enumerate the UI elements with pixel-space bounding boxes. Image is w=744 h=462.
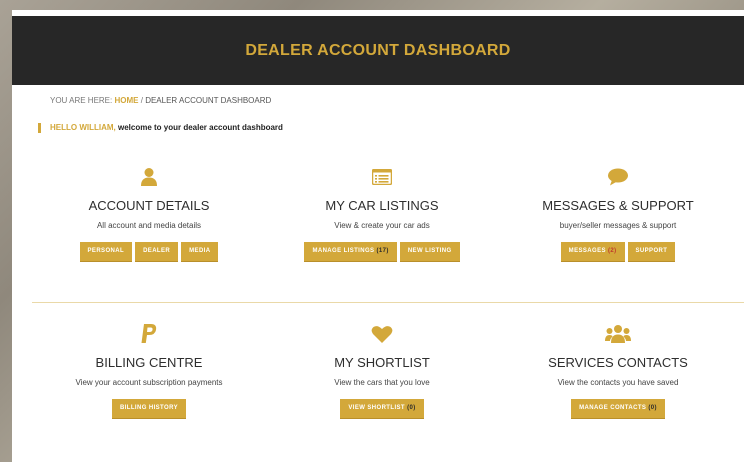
personal-button[interactable]: PERSONAL [79,242,133,261]
dealer-button[interactable]: DEALER [135,242,179,261]
dashboard-panel: DEALER ACCOUNT DASHBOARD YOU ARE HERE: H… [12,10,744,462]
support-button[interactable]: SUPPORT [627,242,676,261]
user-icon [29,166,269,188]
car-listings-desc: View & create your car ads [334,221,430,230]
billing-centre-card: BILLING CENTRE View your account subscri… [29,323,269,418]
welcome-message: HELLO WILLIAM, welcome to your dealer ac… [38,123,283,133]
account-details-title: ACCOUNT DETAILS [88,198,210,213]
messages-support-title: MESSAGES & SUPPORT [542,198,694,213]
messages-count: (2) [607,248,617,254]
services-contacts-title: SERVICES CONTACTS [548,355,688,370]
listings-count: (17) [376,248,389,254]
heart-icon [262,323,502,345]
account-details-desc: All account and media details [96,221,202,230]
shortlist-count: (0) [407,405,416,411]
messages-button[interactable]: MESSAGES (2) [560,242,625,261]
manage-contacts-button[interactable]: MANAGE CONTACTS (0) [571,399,665,418]
section-divider [32,302,744,303]
list-icon [262,166,502,188]
paypal-icon [29,323,269,345]
services-contacts-card: SERVICES CONTACTS View the contacts you … [498,323,738,418]
shortlist-card: MY SHORTLIST View the cars that you love… [262,323,502,418]
contacts-count: (0) [648,405,657,411]
page-header: DEALER ACCOUNT DASHBOARD [12,16,744,85]
billing-centre-desc: View your account subscription payments [75,378,223,387]
breadcrumb-current: DEALER ACCOUNT DASHBOARD [145,96,272,105]
manage-listings-button[interactable]: MANAGE LISTINGS (17) [304,242,397,261]
new-listing-button[interactable]: NEW LISTING [399,242,460,261]
car-listings-title: MY CAR LISTINGS [325,198,439,213]
greeting-text: welcome to your dealer account dashboard [118,123,283,132]
shortlist-desc: View the cars that you love [334,378,430,387]
car-listings-card: MY CAR LISTINGS View & create your car a… [262,166,502,261]
users-icon [498,323,738,345]
breadcrumb-prefix: YOU ARE HERE: [50,96,113,105]
breadcrumb-home-link[interactable]: HOME [114,96,138,105]
chat-bubble-icon [498,166,738,188]
breadcrumb: YOU ARE HERE: HOME / DEALER ACCOUNT DASH… [50,96,271,105]
messages-support-card: MESSAGES & SUPPORT buyer/seller messages… [498,166,738,261]
services-contacts-desc: View the contacts you have saved [557,378,679,387]
account-details-card: ACCOUNT DETAILS All account and media de… [29,166,269,261]
messages-support-desc: buyer/seller messages & support [559,221,677,230]
breadcrumb-separator: / [140,96,143,105]
billing-centre-title: BILLING CENTRE [95,355,203,370]
media-button[interactable]: MEDIA [181,242,219,261]
page-title: DEALER ACCOUNT DASHBOARD [245,41,511,59]
billing-history-button[interactable]: BILLING HISTORY [111,399,186,418]
greeting-name: HELLO WILLIAM, [50,123,116,132]
shortlist-title: MY SHORTLIST [334,355,430,370]
view-shortlist-button[interactable]: VIEW SHORTLIST (0) [340,399,424,418]
